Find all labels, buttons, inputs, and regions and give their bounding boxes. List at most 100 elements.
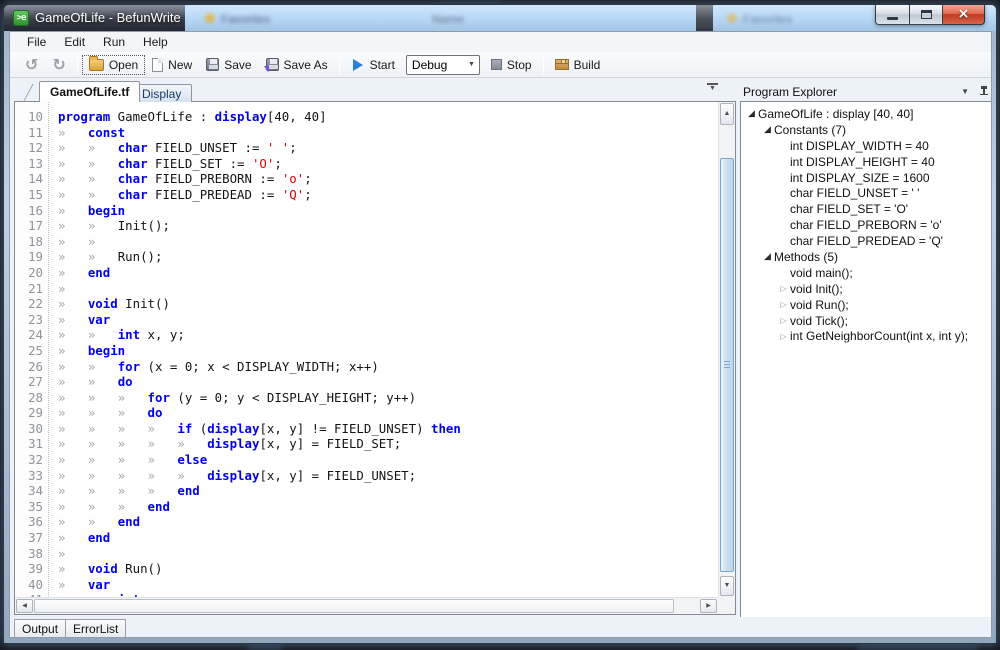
save-button[interactable]: Save <box>199 55 258 75</box>
tab-display[interactable]: Display <box>131 84 192 102</box>
scroll-down-button[interactable]: ▼ <box>720 576 734 596</box>
menu-item-edit[interactable]: Edit <box>55 33 94 51</box>
code-line-26[interactable]: » » for (x = 0; x < DISPLAY_WIDTH; x++) <box>58 359 718 375</box>
tree-item[interactable]: ▷void Tick(); <box>741 313 992 329</box>
debug-mode-dropdown[interactable]: Debug ▼ <box>406 55 480 75</box>
code-line-37[interactable]: » end <box>58 530 718 546</box>
code-line-19[interactable]: » » Run(); <box>58 249 718 265</box>
code-line-10[interactable]: program GameOfLife : display[40, 40] <box>58 109 718 125</box>
code-line-32[interactable]: » » » » else <box>58 452 718 468</box>
tab-gameoflife-tf[interactable]: GameOfLife.tf <box>39 81 140 102</box>
scroll-up-button[interactable]: ▲ <box>720 103 734 125</box>
tree-item[interactable]: ▷void Init(); <box>741 281 992 297</box>
tree-item[interactable]: char FIELD_SET = 'O' <box>741 201 992 217</box>
code-line-31[interactable]: » » » » » display[x, y] = FIELD_SET; <box>58 436 718 452</box>
stop-button[interactable]: Stop <box>484 55 539 75</box>
tree-item[interactable]: ◢GameOfLife : display [40, 40] <box>741 106 992 122</box>
vertical-scrollbar-thumb[interactable] <box>720 158 734 572</box>
toolbar-overflow-icon[interactable]: ▼ <box>707 83 718 91</box>
tree-expander-icon[interactable]: ▷ <box>777 297 790 312</box>
pin-icon[interactable] <box>979 86 989 98</box>
code-line-36[interactable]: » » end <box>58 514 718 530</box>
horizontal-scrollbar[interactable]: ◀ ▶ <box>15 597 718 614</box>
code-string: 'O' <box>252 156 274 171</box>
code-line-14[interactable]: » » char FIELD_PREBORN := 'o'; <box>58 171 718 187</box>
app-icon: >e <box>13 10 29 26</box>
code-line-21[interactable]: » <box>58 281 718 297</box>
code-line-15[interactable]: » » char FIELD_PREDEAD := 'Q'; <box>58 187 718 203</box>
build-label: Build <box>574 58 601 72</box>
code-line-25[interactable]: » begin <box>58 343 718 359</box>
tab-marker-icon: » <box>88 249 118 264</box>
scroll-right-button[interactable]: ▶ <box>700 599 717 613</box>
code-line-12[interactable]: » » char FIELD_UNSET := ' '; <box>58 140 718 156</box>
code-line-38[interactable]: » <box>58 546 718 562</box>
menu-item-file[interactable]: File <box>18 33 55 51</box>
tree-expander-icon[interactable]: ▷ <box>777 329 790 344</box>
build-button[interactable]: Build <box>548 55 608 75</box>
undo-icon[interactable]: ↺ <box>18 55 45 74</box>
start-button[interactable]: Start <box>344 55 402 75</box>
redo-icon[interactable]: ↻ <box>45 55 72 74</box>
code-line-29[interactable]: » » » do <box>58 405 718 421</box>
minimize-button[interactable] <box>875 5 909 25</box>
code-line-18[interactable]: » » <box>58 234 718 250</box>
code-line-11[interactable]: » const <box>58 125 718 141</box>
tab-marker-icon: » <box>88 405 118 420</box>
code-keyword: display <box>207 421 259 436</box>
code-line-20[interactable]: » end <box>58 265 718 281</box>
menu-item-help[interactable]: Help <box>134 33 177 51</box>
tree-expander-icon[interactable]: ◢ <box>745 106 758 121</box>
tab-marker-icon: » <box>58 343 88 358</box>
tree-item[interactable]: void main(); <box>741 265 992 281</box>
tree-item[interactable]: int DISPLAY_WIDTH = 40 <box>741 138 992 154</box>
panel-menu-chevron-icon[interactable]: ▼ <box>961 87 969 96</box>
tree-item[interactable]: ▷int GetNeighborCount(int x, int y); <box>741 328 992 344</box>
open-button[interactable]: Open <box>82 55 145 75</box>
vertical-scrollbar[interactable]: ▲ ▼ <box>718 102 735 597</box>
code-line-40[interactable]: » var <box>58 577 718 593</box>
tree-expander-icon[interactable]: ◢ <box>761 122 774 137</box>
tree-item[interactable]: char FIELD_UNSET = ' ' <box>741 185 992 201</box>
code-line-39[interactable]: » void Run() <box>58 561 718 577</box>
tree-item[interactable]: ▷void Run(); <box>741 297 992 313</box>
tree-item[interactable]: int DISPLAY_HEIGHT = 40 <box>741 154 992 170</box>
title-bar[interactable]: Favorites Name Favorites >e GameOfLife -… <box>4 5 996 31</box>
new-label: New <box>168 58 192 72</box>
code-line-23[interactable]: » var <box>58 312 718 328</box>
code-area[interactable]: program GameOfLife : display[40, 40]» co… <box>50 102 718 597</box>
tree-expander-icon[interactable]: ◢ <box>761 249 774 264</box>
code-line-28[interactable]: » » » for (y = 0; y < DISPLAY_HEIGHT; y+… <box>58 390 718 406</box>
code-line-24[interactable]: » » int x, y; <box>58 327 718 343</box>
save-as-button[interactable]: Save As <box>259 55 335 75</box>
code-line-35[interactable]: » » » end <box>58 499 718 515</box>
tree-item[interactable]: ◢Methods (5) <box>741 249 992 265</box>
program-explorer-tree[interactable]: ◢GameOfLife : display [40, 40]◢Constants… <box>740 101 992 638</box>
tree-item[interactable]: char FIELD_PREBORN = 'o' <box>741 217 992 233</box>
scroll-left-button[interactable]: ◀ <box>16 599 33 613</box>
line-number: 30 <box>15 421 48 437</box>
code-line-30[interactable]: » » » » if (display[x, y] != FIELD_UNSET… <box>58 421 718 437</box>
new-button[interactable]: New <box>145 55 199 75</box>
tree-item[interactable]: char FIELD_PREDEAD = 'Q' <box>741 233 992 249</box>
tab-marker-icon: » <box>148 421 178 436</box>
tree-item-label: void main(); <box>790 266 853 280</box>
bottom-tab-errorlist[interactable]: ErrorList <box>65 619 126 638</box>
code-line-27[interactable]: » » do <box>58 374 718 390</box>
code-line-33[interactable]: » » » » » display[x, y] = FIELD_UNSET; <box>58 468 718 484</box>
code-line-16[interactable]: » begin <box>58 203 718 219</box>
horizontal-scrollbar-thumb[interactable] <box>34 599 674 613</box>
tree-item[interactable]: int DISPLAY_SIZE = 1600 <box>741 170 992 186</box>
tree-item[interactable]: ◢Constants (7) <box>741 122 992 138</box>
tree-expander-icon[interactable]: ▷ <box>777 313 790 328</box>
code-line-22[interactable]: » void Init() <box>58 296 718 312</box>
code-line-17[interactable]: » » Init(); <box>58 218 718 234</box>
menu-item-run[interactable]: Run <box>94 33 134 51</box>
code-line-13[interactable]: » » char FIELD_SET := 'O'; <box>58 156 718 172</box>
maximize-button[interactable] <box>909 5 943 25</box>
bottom-tab-output[interactable]: Output <box>14 619 66 638</box>
close-button[interactable]: × <box>943 5 985 25</box>
code-editor[interactable]: 1011121314151617181920212223242526272829… <box>14 101 736 615</box>
tree-expander-icon[interactable]: ▷ <box>777 281 790 296</box>
code-line-34[interactable]: » » » » end <box>58 483 718 499</box>
